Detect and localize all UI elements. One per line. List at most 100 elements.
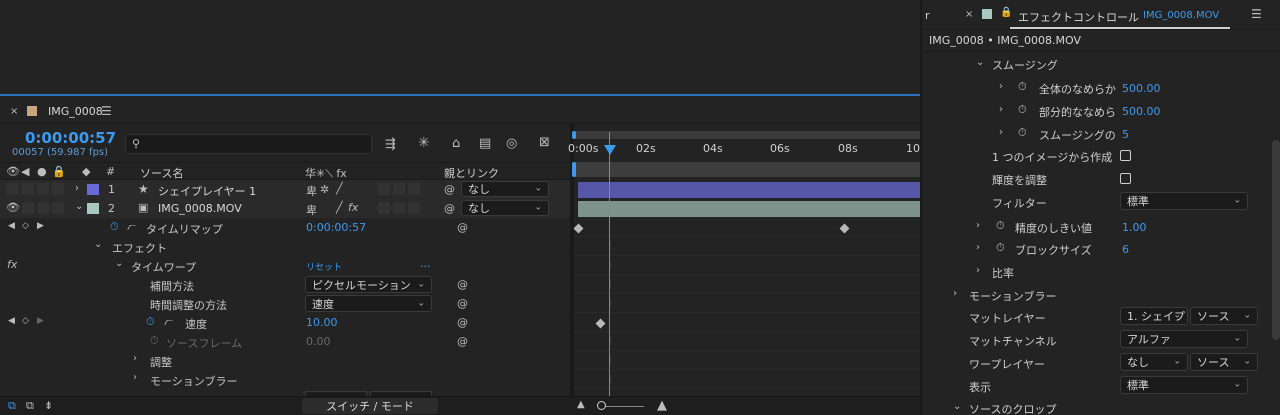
stopwatch-icon[interactable]: ⏱	[996, 242, 1005, 253]
fx-icon[interactable]: fx	[7, 258, 17, 271]
fx-switch-icon[interactable]: fx	[348, 201, 358, 214]
lock-toggle[interactable]	[52, 202, 64, 214]
pickwhip-icon[interactable]: @	[444, 183, 455, 196]
hamburger-menu-icon[interactable]: ☰	[1251, 8, 1262, 20]
prev-keyframe-icon[interactable]: ◀	[8, 317, 15, 326]
motion-blur-switch[interactable]	[393, 183, 405, 195]
luminance-checkbox[interactable]	[1120, 173, 1131, 184]
composition-flowchart-icon[interactable]: ⇶	[385, 138, 396, 151]
parent-dropdown[interactable]: なし ⌄	[461, 181, 549, 197]
quality-switch-icon[interactable]: ╱	[336, 201, 343, 214]
layer-name[interactable]: シェイプレイヤー 1	[158, 183, 256, 199]
in-out-icon[interactable]: ⇟	[44, 400, 53, 411]
warp-source-dropdown[interactable]: ソース ⌄	[1190, 353, 1258, 371]
matte-source-dropdown[interactable]: ソース ⌄	[1190, 307, 1258, 325]
navigator-start-handle[interactable]	[572, 131, 576, 139]
block-size-value[interactable]: 6	[1122, 243, 1129, 256]
pickwhip-icon[interactable]: @	[457, 335, 468, 348]
method-dropdown[interactable]: ピクセルモーション ⌄	[305, 276, 432, 293]
expand-arrow-icon[interactable]: ›	[75, 183, 79, 194]
filter-dropdown[interactable]: 標準 ⌄	[1120, 192, 1248, 210]
adjust-by-dropdown[interactable]: 速度 ⌄	[305, 295, 432, 312]
zoom-slider-track[interactable]	[600, 406, 644, 407]
collapse-switch-icon[interactable]: ✲	[320, 183, 329, 196]
stopwatch-icon[interactable]: ⏱	[1018, 104, 1027, 115]
time-ruler[interactable]: 0:00s 02s 04s 06s 08s 10s	[568, 140, 926, 158]
layer-row-2[interactable]: 👁 ⌄ 2 ▣ IMG_0008.MOV 卑 ╱ fx @ なし ⌄	[0, 199, 570, 218]
stopwatch-icon[interactable]: ⏱	[146, 316, 155, 327]
collapse-arrow-icon[interactable]: ⌄	[75, 201, 83, 212]
quality-switch-icon[interactable]: ╱	[336, 182, 343, 195]
solo-toggle[interactable]	[37, 202, 49, 214]
collapse-arrow-icon[interactable]: ⌄	[976, 57, 984, 68]
frame-blend-switch[interactable]	[378, 183, 390, 195]
expand-arrow-icon[interactable]: ›	[999, 127, 1003, 138]
audio-toggle[interactable]	[22, 183, 34, 195]
column-parent-link[interactable]: 親とリンク	[444, 165, 499, 181]
reset-link[interactable]: リセット	[306, 260, 342, 273]
collapse-arrow-icon[interactable]: ⌄	[953, 401, 961, 412]
zoom-out-icon[interactable]: ▲	[577, 400, 585, 410]
work-area-bar[interactable]	[574, 162, 920, 177]
transfer-controls-icon[interactable]: ⧉	[26, 400, 34, 411]
speed-value[interactable]: 10.00	[306, 316, 338, 329]
label-tag-icon[interactable]: ◆	[82, 166, 90, 177]
expand-arrow-icon[interactable]: ›	[133, 353, 137, 364]
stopwatch-icon[interactable]: ⏱	[996, 220, 1005, 231]
one-image-checkbox[interactable]	[1120, 150, 1131, 161]
expand-arrow-icon[interactable]: ›	[976, 242, 980, 253]
column-switches[interactable]: 华✳⟍ fx	[305, 165, 347, 181]
comp-tab-title[interactable]: IMG_0008	[48, 105, 103, 118]
playhead-handle[interactable]	[604, 145, 616, 155]
ec-scrollbar[interactable]	[1272, 140, 1280, 340]
matte-channel-dropdown[interactable]: アルファ ⌄	[1120, 330, 1248, 348]
frame-blend-switch[interactable]	[378, 202, 390, 214]
current-time-display[interactable]: 0:00:00:57	[25, 129, 116, 147]
work-area-start[interactable]	[572, 162, 576, 177]
pickwhip-icon[interactable]: @	[457, 221, 468, 234]
column-source-name[interactable]: ソース名	[140, 165, 183, 181]
zoom-slider-handle[interactable]	[597, 401, 606, 410]
audio-toggle[interactable]	[22, 202, 34, 214]
add-keyframe-icon[interactable]: ◇	[22, 222, 29, 231]
time-navigator[interactable]	[574, 131, 920, 139]
hamburger-menu-icon[interactable]: ☰	[101, 105, 112, 117]
ec-tab-label[interactable]: エフェクトコントロール	[1018, 9, 1139, 25]
layer-bar-1[interactable]	[578, 182, 920, 198]
layer-search-input[interactable]: ⚲	[125, 134, 372, 154]
lock-icon[interactable]: 🔒	[52, 166, 66, 177]
draft-3d-icon[interactable]: ✳	[418, 136, 430, 150]
adjustment-switch[interactable]	[408, 202, 420, 214]
layer-bar-2[interactable]	[578, 201, 920, 217]
lock-toggle[interactable]	[52, 183, 64, 195]
layer-name[interactable]: IMG_0008.MOV	[158, 202, 242, 215]
graph-editor-icon[interactable]: ⊠	[539, 136, 550, 149]
expand-arrow-icon[interactable]: ›	[976, 265, 980, 276]
close-icon[interactable]: ×	[965, 10, 973, 20]
adjustment-switch[interactable]	[408, 183, 420, 195]
solo-icon[interactable]: ●	[37, 166, 47, 177]
graph-icon[interactable]: ⦧	[127, 221, 136, 232]
layer-label-color[interactable]	[87, 203, 99, 214]
pickwhip-icon[interactable]: @	[444, 202, 455, 215]
global-smoothness-value[interactable]: 500.00	[1122, 82, 1161, 95]
expand-arrow-icon[interactable]: ›	[953, 288, 957, 299]
shy-switch-icon[interactable]: 卑	[306, 202, 317, 218]
shy-switch-icon[interactable]: 卑	[306, 183, 317, 199]
parent-dropdown[interactable]: なし ⌄	[461, 200, 549, 216]
pickwhip-icon[interactable]: @	[457, 278, 468, 291]
ec-tab-file[interactable]: IMG_0008.MOV	[1143, 10, 1219, 21]
layer-row-1[interactable]: › 1 ★ シェイプレイヤー 1 卑 ✲ ╱ @ なし ⌄	[0, 180, 570, 199]
shy-layers-icon[interactable]: ⌂	[452, 137, 460, 150]
expand-arrow-icon[interactable]: ›	[999, 104, 1003, 115]
smoothing-radius-value[interactable]: 5	[1122, 128, 1129, 141]
next-keyframe-icon[interactable]: ▶	[37, 222, 44, 231]
display-dropdown[interactable]: 標準 ⌄	[1120, 376, 1248, 394]
prev-keyframe-icon[interactable]: ◀	[8, 222, 15, 231]
collapse-arrow-icon[interactable]: ⌄	[94, 239, 102, 250]
matte-layer-dropdown[interactable]: 1. シェイプ ⌄	[1120, 307, 1188, 325]
motion-blur-switch[interactable]	[393, 202, 405, 214]
switches-modes-toggle[interactable]: スイッチ / モード	[302, 398, 438, 414]
audio-icon[interactable]: ◀	[21, 166, 29, 177]
lock-icon[interactable]: 🔒	[1000, 8, 1012, 18]
